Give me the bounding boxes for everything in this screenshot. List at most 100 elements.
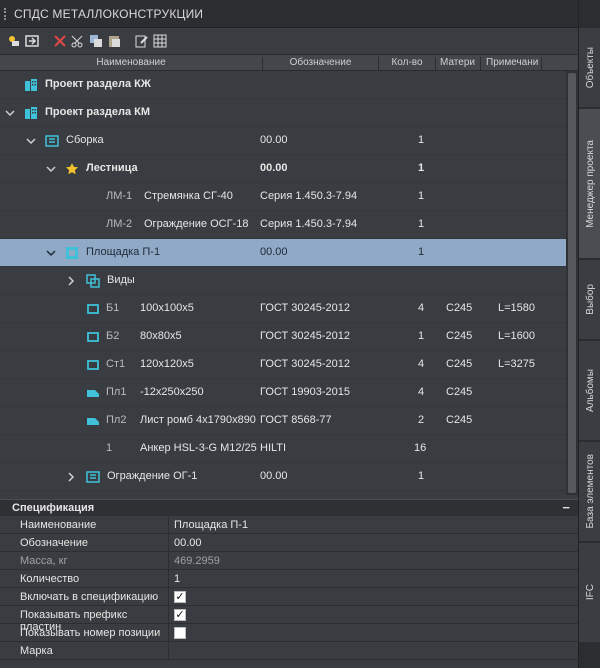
tree-row-name: Ограждение ОСГ-18	[144, 218, 249, 230]
prop-key: Масса, кг	[20, 555, 68, 567]
include-in-spec-checkbox[interactable]: ✓	[174, 591, 186, 603]
copy-icon[interactable]	[88, 33, 104, 49]
column-designation[interactable]: Обозначение	[263, 57, 378, 68]
column-name[interactable]: Наименование	[0, 57, 262, 68]
tree-row-qty: 1	[418, 190, 425, 202]
tab-selection[interactable]: Выбор	[579, 260, 600, 340]
prop-row-name[interactable]: Наименование Площадка П-1	[0, 516, 578, 534]
edit-icon[interactable]	[134, 33, 150, 49]
tree-row-railing[interactable]: Ограждение ОГ-1 00.00 1	[0, 463, 566, 491]
tree-row-designation: ГОСТ 8568-77	[260, 414, 332, 426]
chevron-down-icon[interactable]	[4, 107, 16, 119]
tree-row-pl1[interactable]: Пл1 -12x250x250 ГОСТ 19903-2015 4 С245	[0, 379, 566, 407]
drag-grip-icon[interactable]	[4, 7, 8, 20]
tree-row-qty: 1	[418, 134, 425, 146]
tab-element-base[interactable]: База элементов	[579, 442, 600, 542]
tree-row-b2[interactable]: Б2 80x80x5 ГОСТ 30245-2012 1 С245 L=1600	[0, 323, 566, 351]
table-icon[interactable]	[152, 33, 168, 49]
new-element-icon[interactable]	[6, 33, 22, 49]
star-icon	[65, 162, 79, 176]
tab-project-manager[interactable]: Менеджер проекта	[579, 109, 600, 259]
tree-scrollbar[interactable]	[566, 71, 578, 495]
show-plate-prefix-checkbox[interactable]: ✓	[174, 609, 186, 621]
tree-row-prefix: 1	[106, 442, 113, 454]
assembly-icon	[86, 470, 100, 484]
tree-row-name: -12x250x250	[140, 386, 204, 398]
tree-row-qty: 1	[418, 162, 425, 174]
tree-row-qty: 4	[418, 386, 425, 398]
spec-section-header[interactable]: Спецификация −	[0, 499, 578, 516]
tab-label: Объекты	[584, 46, 596, 89]
tab-ifc[interactable]: IFC	[579, 543, 600, 643]
collapse-icon[interactable]: −	[562, 500, 570, 515]
chevron-right-icon[interactable]	[65, 471, 77, 483]
prop-key: Марка	[20, 645, 53, 657]
project-tree: Проект раздела КЖ Проект раздела КМ Сбор…	[0, 71, 566, 495]
assembly-icon	[45, 134, 59, 148]
column-note[interactable]: Примечани	[481, 57, 541, 68]
paste-icon[interactable]	[106, 33, 122, 49]
scrollbar-thumb[interactable]	[568, 73, 576, 493]
tree-row-qty: 1	[418, 470, 425, 482]
export-icon[interactable]	[24, 33, 40, 49]
prop-row-show-position[interactable]: Показывать номер позиции	[0, 624, 578, 642]
tree-row-views[interactable]: Виды	[0, 267, 566, 295]
tree-row-material: С245	[446, 358, 473, 370]
prop-value-name[interactable]: Площадка П-1	[174, 519, 248, 531]
prop-row-designation[interactable]: Обозначение 00.00	[0, 534, 578, 552]
tree-row-kzh[interactable]: Проект раздела КЖ	[0, 71, 566, 99]
prop-value-quantity[interactable]: 1	[174, 573, 180, 585]
prop-row-quantity[interactable]: Количество 1	[0, 570, 578, 588]
tree-row-qty: 1	[418, 330, 425, 342]
prop-key: Показывать номер позиции	[20, 627, 161, 639]
tree-row-stairs[interactable]: Лестница 00.00 1	[0, 155, 566, 183]
tree-row-km[interactable]: Проект раздела КМ	[0, 99, 566, 127]
prop-row-mark[interactable]: Марка	[0, 642, 578, 660]
chevron-down-icon[interactable]	[45, 247, 57, 259]
tree-row-lm1[interactable]: ЛМ-1 Стремянка СГ-40 Серия 1.450.3-7.94 …	[0, 183, 566, 211]
tab-objects[interactable]: Объекты	[579, 28, 600, 108]
chevron-right-icon[interactable]	[65, 275, 77, 287]
column-qty[interactable]: Кол-во	[379, 57, 435, 68]
tree-row-anchor[interactable]: 1 Анкер HSL-3-G M12/25 HILTI 16	[0, 435, 566, 463]
tree-row-b1[interactable]: Б1 100x100x5 ГОСТ 30245-2012 4 С245 L=15…	[0, 295, 566, 323]
tree-row-st1[interactable]: Ст1 120x120x5 ГОСТ 30245-2012 4 С245 L=3…	[0, 351, 566, 379]
tree-row-designation: HILTI	[260, 442, 287, 454]
show-position-checkbox[interactable]	[174, 627, 186, 639]
tree-row-name: Виды	[107, 274, 135, 286]
tree-row-name: Проект раздела КМ	[45, 106, 150, 118]
tree-row-designation: ГОСТ 30245-2012	[260, 302, 350, 314]
tree-row-note: L=3275	[498, 358, 536, 370]
tree-row-material: С245	[446, 414, 473, 426]
tree-row-name: 100x100x5	[140, 302, 194, 314]
chevron-down-icon[interactable]	[25, 135, 37, 147]
tree-row-designation: 00.00	[260, 470, 288, 482]
prop-row-include-in-spec[interactable]: Включать в спецификацию ✓	[0, 588, 578, 606]
tree-row-name: Сборка	[66, 134, 104, 146]
column-material[interactable]: Матери	[436, 57, 480, 68]
tree-row-platform-selected[interactable]: Площадка П-1 00.00 1	[0, 239, 566, 267]
plate-icon	[86, 414, 100, 428]
tree-row-prefix: Ст1	[106, 358, 126, 370]
prop-value-designation[interactable]: 00.00	[174, 537, 202, 549]
prop-row-show-plate-prefix[interactable]: Показывать префикс пластин ✓	[0, 606, 578, 633]
profile-icon	[86, 358, 100, 372]
window-title: СПДС МЕТАЛЛОКОНСТРУКЦИИ	[14, 6, 204, 21]
building-icon	[24, 78, 38, 92]
tree-row-lm2[interactable]: ЛМ-2 Ограждение ОСГ-18 Серия 1.450.3-7.9…	[0, 211, 566, 239]
prop-key: Обозначение	[20, 537, 89, 549]
tree-row-material: С245	[446, 330, 473, 342]
tree-row-name: Площадка П-1	[86, 246, 161, 258]
tree-row-assembly[interactable]: Сборка 00.00 1	[0, 127, 566, 155]
tab-albums[interactable]: Альбомы	[579, 341, 600, 441]
toolbar	[0, 28, 578, 54]
chevron-down-icon[interactable]	[45, 163, 57, 175]
tree-row-qty: 16	[414, 442, 427, 454]
title-bar[interactable]: СПДС МЕТАЛЛОКОНСТРУКЦИИ	[0, 0, 578, 28]
prop-key: Количество	[20, 573, 80, 585]
profile-icon	[86, 302, 100, 316]
tree-row-pl2[interactable]: Пл2 Лист ромб 4x1790x890 ГОСТ 8568-77 2 …	[0, 407, 566, 435]
cut-icon[interactable]	[70, 33, 86, 49]
delete-icon[interactable]	[52, 33, 68, 49]
building-icon	[24, 106, 38, 120]
